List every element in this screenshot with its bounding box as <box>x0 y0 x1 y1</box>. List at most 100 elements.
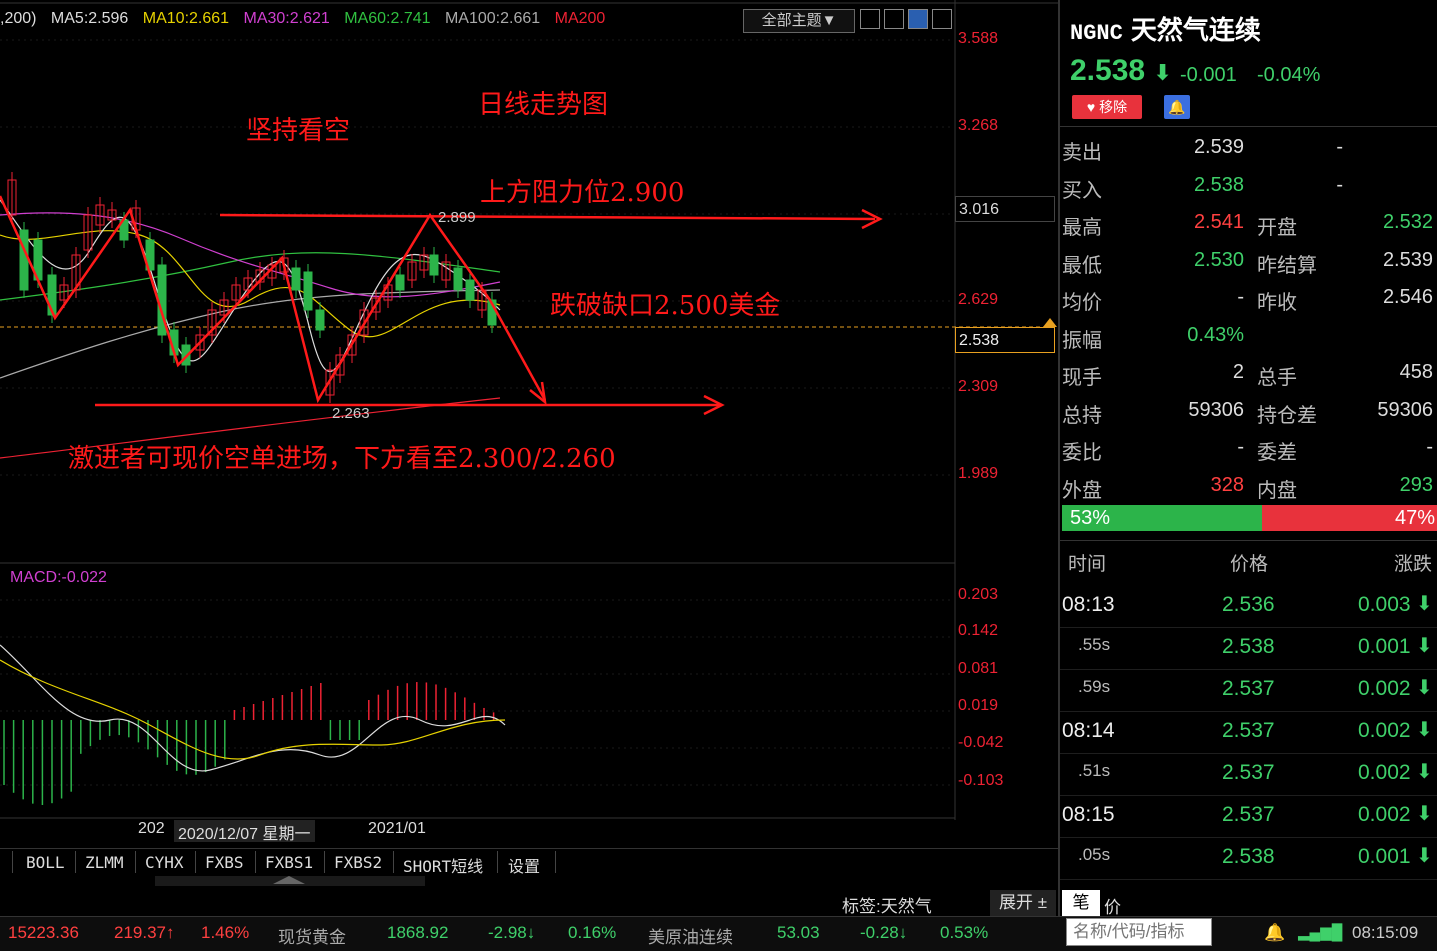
quote-label: 卖出 <box>1062 142 1102 164</box>
theme-select[interactable]: 全部主题▼ <box>743 9 855 33</box>
tick-time: .59s <box>1078 677 1111 696</box>
quote-label: 最低 <box>1062 254 1102 277</box>
tab-short[interactable]: SHORT短线 <box>403 853 483 877</box>
ma10-line <box>0 230 501 338</box>
ticks-header-price: 价格 <box>1230 554 1269 575</box>
quote-value: - <box>1336 136 1343 158</box>
remove-watchlist-button[interactable]: ♥ 移除 <box>1072 95 1142 119</box>
crosshair-icon[interactable] <box>860 9 880 29</box>
quote-value: 328 <box>1210 473 1244 496</box>
tab-boll[interactable]: BOLL <box>26 853 65 872</box>
quote-label: 开盘 <box>1257 217 1297 239</box>
quote-value: 2.538 <box>1193 173 1244 196</box>
signal-strength-icon: ▂▄▆█ <box>1298 924 1343 941</box>
down-arrow-icon: ⬇ <box>1416 635 1433 657</box>
ticker-item: 53.03 <box>777 923 820 942</box>
tick-time: .51s <box>1078 761 1111 780</box>
down-arrow-icon: ⬇ <box>1416 803 1433 825</box>
down-arrow-icon: ⬇ <box>1153 60 1172 85</box>
notification-bell-icon[interactable]: 🔔 <box>1264 923 1285 943</box>
scroll-thumb-icon[interactable] <box>273 876 305 884</box>
tag-label: 标签:天然气 <box>842 897 932 916</box>
clock: 08:15:09 <box>1352 923 1419 942</box>
down-arrow-icon: ⬇ <box>1416 845 1433 867</box>
sell-ratio-label: 47% <box>1394 507 1435 529</box>
ma10-value: MA10:2.661 <box>142 10 230 27</box>
low-price-mark: 2.263 <box>332 405 370 422</box>
tick-time: .55s <box>1078 635 1111 654</box>
tick-price: 2.537 <box>1222 761 1275 784</box>
layout-icon[interactable] <box>884 9 904 29</box>
quote-value: 0.43% <box>1187 323 1244 346</box>
candle-body <box>291 267 301 291</box>
ticker-item: 15223.36 <box>8 923 79 942</box>
quote-row: 买入 2.538 - <box>1060 168 1437 205</box>
tick-row: 08:14 2.537 0.002 ⬇ <box>1060 711 1437 754</box>
trend-zigzag-line <box>0 195 547 404</box>
tick-change: 0.001 <box>1358 635 1411 658</box>
price-axis-marker: 3.016 <box>955 196 1055 222</box>
price-axis-label: 1.989 <box>958 465 999 482</box>
down-arrow-icon: ⬇ <box>1416 761 1433 783</box>
quote-row: 外盘 328 内盘 293 <box>1060 468 1437 505</box>
down-arrow-icon: ⬇ <box>1416 719 1433 741</box>
tab-ticks[interactable]: 笔 <box>1062 890 1100 916</box>
tab-fxbs[interactable]: FXBS <box>205 853 244 872</box>
quote-value: 2.532 <box>1382 211 1433 233</box>
draw-tool-icon[interactable] <box>908 9 928 29</box>
quote-label: 昨结算 <box>1257 254 1317 277</box>
search-input[interactable] <box>1066 918 1212 946</box>
alert-bell-button[interactable]: 🔔 <box>1164 95 1190 119</box>
quote-label: 昨收 <box>1257 292 1297 314</box>
quote-row: 委比 - 委差 - <box>1060 430 1437 467</box>
candle-body <box>429 254 439 276</box>
quote-value: 458 <box>1399 361 1433 383</box>
ma-legend-prefix: ,200) <box>0 10 37 27</box>
down-arrow-icon: ⬇ <box>1416 677 1433 699</box>
price-axis-label: 2.629 <box>958 291 999 308</box>
date-axis-left: 202 <box>138 820 165 837</box>
quote-row: 振幅 0.43% <box>1060 318 1437 355</box>
down-arrow-icon: ⬇ <box>1416 593 1433 615</box>
instrument-code: NGNC <box>1070 21 1123 46</box>
tick-price: 2.537 <box>1222 803 1275 826</box>
candle-body <box>453 267 463 291</box>
tick-change: 0.002 <box>1358 803 1411 826</box>
quote-value: 2.539 <box>1193 136 1244 158</box>
quote-value: 2.541 <box>1193 211 1244 233</box>
tab-fxbs1[interactable]: FXBS1 <box>265 853 313 872</box>
tab-settings[interactable]: 设置 <box>508 853 540 877</box>
quote-row: 均价 - 昨收 2.546 <box>1060 280 1437 317</box>
quote-label: 委比 <box>1062 442 1102 464</box>
quote-label: 内盘 <box>1257 479 1297 502</box>
candle-body <box>465 279 475 301</box>
tick-change: 0.002 <box>1358 719 1411 742</box>
quote-row: 卖出 2.539 - <box>1060 130 1437 167</box>
ma100-line <box>0 289 501 379</box>
tab-zlmm[interactable]: ZLMM <box>85 853 124 872</box>
kline-chart-area[interactable]: ,200) MA5:2.596 MA10:2.661 MA30:2.621 MA… <box>0 0 1058 848</box>
ticker-item[interactable]: 现货黄金 <box>278 923 346 948</box>
quote-value: 2 <box>1232 361 1244 383</box>
quote-value: 2.539 <box>1382 248 1433 271</box>
ticker-item: 0.16% <box>568 923 617 942</box>
tab-price[interactable]: 价 <box>1104 893 1121 918</box>
current-price-arrow-icon <box>1043 318 1057 327</box>
chart-title-annotation: 日线走势图 <box>478 90 609 120</box>
export-icon[interactable] <box>932 9 952 29</box>
quote-label: 委差 <box>1257 442 1297 464</box>
ticker-item: 219.37↑ <box>114 923 175 942</box>
chart-scrollbar[interactable] <box>155 876 425 886</box>
tab-fxbs2[interactable]: FXBS2 <box>334 853 382 872</box>
tick-row: 08:13 2.536 0.003 ⬇ <box>1060 585 1437 628</box>
expand-button[interactable]: 展开 ± <box>990 890 1056 916</box>
tab-cyhx[interactable]: CYHX <box>145 853 184 872</box>
macd-axis-label: -0.103 <box>958 772 1004 789</box>
tick-price: 2.537 <box>1222 677 1275 700</box>
quote-label: 均价 <box>1062 292 1102 314</box>
quote-row: 最高 2.541 开盘 2.532 <box>1060 205 1437 242</box>
quote-value: 59306 <box>1377 398 1433 421</box>
ticker-item[interactable]: 美原油连续 <box>648 923 733 948</box>
quote-value: 293 <box>1399 473 1433 496</box>
ticker-item: 1.46% <box>201 923 250 942</box>
